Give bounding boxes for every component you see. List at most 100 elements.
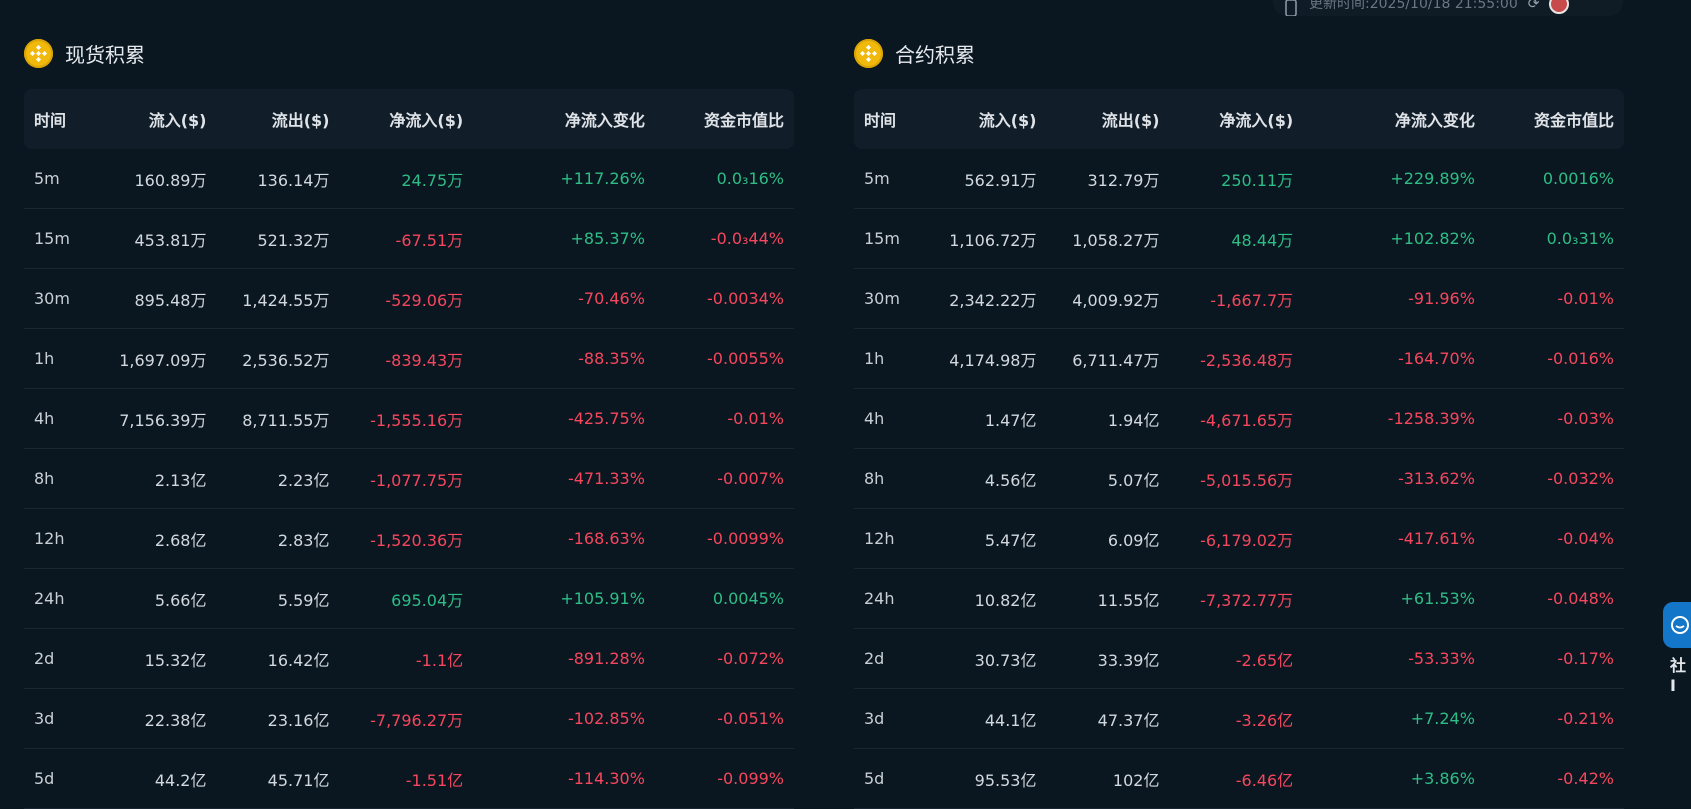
cell-netflow: -6.46亿 <box>1169 749 1304 809</box>
table-row: 30m 895.48万 1,424.55万 -529.06万 -70.46% -0.003… <box>24 269 794 329</box>
col-time: 时间 <box>854 89 929 149</box>
cell-inflow: 1,697.09万 <box>98 329 217 389</box>
table-row: 5m 562.91万 312.79万 250.11万 +229.89% 0.0016% <box>854 149 1624 209</box>
cell-outflow: 521.32万 <box>216 209 340 269</box>
col-cap-ratio[interactable]: 资金市值比 <box>654 89 794 149</box>
cell-cap-ratio: -0.099% <box>654 749 794 809</box>
table-row: 12h 2.68亿 2.83亿 -1,520.36万 -168.63% -0.0099% <box>24 509 794 569</box>
cell-netflow: 250.11万 <box>1169 149 1304 209</box>
table-row: 3d 22.38亿 23.16亿 -7,796.27万 -102.85% -0.051% <box>24 689 794 749</box>
cell-net-change: -70.46% <box>473 269 655 329</box>
cell-net-change: -164.70% <box>1303 329 1485 389</box>
table-row: 8h 2.13亿 2.23亿 -1,077.75万 -471.33% -0.007% <box>24 449 794 509</box>
cell-inflow: 5.66亿 <box>98 569 217 629</box>
cell-outflow: 6,711.47万 <box>1046 329 1170 389</box>
cell-inflow: 15.32亿 <box>98 629 217 689</box>
cell-inflow: 10.82亿 <box>928 569 1047 629</box>
cell-net-change: +7.24% <box>1303 689 1485 749</box>
avatar[interactable] <box>1549 0 1570 14</box>
cell-time: 3d <box>854 689 929 749</box>
cell-cap-ratio: 0.0₃16% <box>654 149 794 209</box>
cell-outflow: 23.16亿 <box>216 689 340 749</box>
cell-time: 4h <box>854 389 929 449</box>
cell-netflow: -2.65亿 <box>1169 629 1304 689</box>
cell-inflow: 4,174.98万 <box>928 329 1047 389</box>
cell-netflow: -7,796.27万 <box>339 689 474 749</box>
cell-time: 24h <box>24 569 99 629</box>
cell-net-change: +117.26% <box>473 149 655 209</box>
refresh-icon[interactable]: ⟳ <box>1528 0 1540 12</box>
cell-net-change: -891.28% <box>473 629 655 689</box>
spot-panel: 现货积累 时间 流入($) 流出($) 净流入($) 净流入变化 资金市值比 5… <box>24 38 794 809</box>
table-header-row: 时间 流入($) 流出($) 净流入($) 净流入变化 资金市值比 <box>24 89 794 149</box>
cell-net-change: -417.61% <box>1303 509 1485 569</box>
cell-netflow: -839.43万 <box>339 329 474 389</box>
cell-outflow: 2,536.52万 <box>216 329 340 389</box>
col-net-change[interactable]: 净流入变化 <box>473 89 655 149</box>
cell-inflow: 2.13亿 <box>98 449 217 509</box>
col-time: 时间 <box>24 89 99 149</box>
update-time-bar: 更新时间:2025/10/18 21:55:00 ⟳ <box>1273 0 1623 16</box>
table-row: 2d 30.73亿 33.39亿 -2.65亿 -53.33% -0.17% <box>854 629 1624 689</box>
cell-cap-ratio: -0.007% <box>654 449 794 509</box>
cell-net-change: +229.89% <box>1303 149 1485 209</box>
cell-netflow: -2,536.48万 <box>1169 329 1304 389</box>
cell-time: 30m <box>854 269 929 329</box>
table-row: 1h 1,697.09万 2,536.52万 -839.43万 -88.35% -0.00… <box>24 329 794 389</box>
cell-cap-ratio: -0.016% <box>1484 329 1624 389</box>
futures-panel: 合约积累 时间 流入($) 流出($) 净流入($) 净流入变化 资金市值比 5… <box>854 38 1624 809</box>
col-outflow[interactable]: 流出($) <box>1046 89 1170 149</box>
cell-outflow: 11.55亿 <box>1046 569 1170 629</box>
cell-inflow: 30.73亿 <box>928 629 1047 689</box>
cell-netflow: -529.06万 <box>339 269 474 329</box>
cell-netflow: 695.04万 <box>339 569 474 629</box>
table-header-row: 时间 流入($) 流出($) 净流入($) 净流入变化 资金市值比 <box>854 89 1624 149</box>
cell-net-change: -471.33% <box>473 449 655 509</box>
cell-netflow: 48.44万 <box>1169 209 1304 269</box>
col-inflow[interactable]: 流入($) <box>928 89 1047 149</box>
cell-outflow: 2.23亿 <box>216 449 340 509</box>
cell-outflow: 45.71亿 <box>216 749 340 809</box>
table-row: 15m 1,106.72万 1,058.27万 48.44万 +102.82% 0.0₃3… <box>854 209 1624 269</box>
cell-outflow: 1,058.27万 <box>1046 209 1170 269</box>
cell-time: 4h <box>24 389 99 449</box>
cell-netflow: -5,015.56万 <box>1169 449 1304 509</box>
col-cap-ratio[interactable]: 资金市值比 <box>1484 89 1624 149</box>
cell-outflow: 6.09亿 <box>1046 509 1170 569</box>
cell-cap-ratio: -0.01% <box>1484 269 1624 329</box>
cell-cap-ratio: -0.048% <box>1484 569 1624 629</box>
cell-outflow: 16.42亿 <box>216 629 340 689</box>
cell-time: 5d <box>854 749 929 809</box>
community-float-button[interactable] <box>1663 602 1691 648</box>
cell-netflow: -67.51万 <box>339 209 474 269</box>
cell-cap-ratio: 0.0016% <box>1484 149 1624 209</box>
col-inflow[interactable]: 流入($) <box>98 89 217 149</box>
cell-net-change: +105.91% <box>473 569 655 629</box>
phone-icon[interactable] <box>1283 0 1299 16</box>
cell-netflow: -1,077.75万 <box>339 449 474 509</box>
col-netflow[interactable]: 净流入($) <box>339 89 474 149</box>
col-outflow[interactable]: 流出($) <box>216 89 340 149</box>
cell-cap-ratio: 0.0₃31% <box>1484 209 1624 269</box>
cell-time: 8h <box>24 449 99 509</box>
cell-net-change: -168.63% <box>473 509 655 569</box>
cell-outflow: 2.83亿 <box>216 509 340 569</box>
table-row: 8h 4.56亿 5.07亿 -5,015.56万 -313.62% -0.032% <box>854 449 1624 509</box>
cell-cap-ratio: -0.04% <box>1484 509 1624 569</box>
update-time-text: 更新时间:2025/10/18 21:55:00 <box>1309 0 1518 12</box>
col-netflow[interactable]: 净流入($) <box>1169 89 1304 149</box>
cell-inflow: 562.91万 <box>928 149 1047 209</box>
col-net-change[interactable]: 净流入变化 <box>1303 89 1485 149</box>
cell-outflow: 5.59亿 <box>216 569 340 629</box>
cell-outflow: 8,711.55万 <box>216 389 340 449</box>
table-row: 1h 4,174.98万 6,711.47万 -2,536.48万 -164.70% -0… <box>854 329 1624 389</box>
cell-inflow: 4.56亿 <box>928 449 1047 509</box>
cell-net-change: -53.33% <box>1303 629 1485 689</box>
community-label[interactable]: 社I <box>1670 652 1691 695</box>
cell-net-change: -102.85% <box>473 689 655 749</box>
spot-title: 现货积累 <box>65 42 145 67</box>
cell-inflow: 160.89万 <box>98 149 217 209</box>
futures-title: 合约积累 <box>895 42 975 67</box>
cell-cap-ratio: -0.42% <box>1484 749 1624 809</box>
cell-time: 30m <box>24 269 99 329</box>
